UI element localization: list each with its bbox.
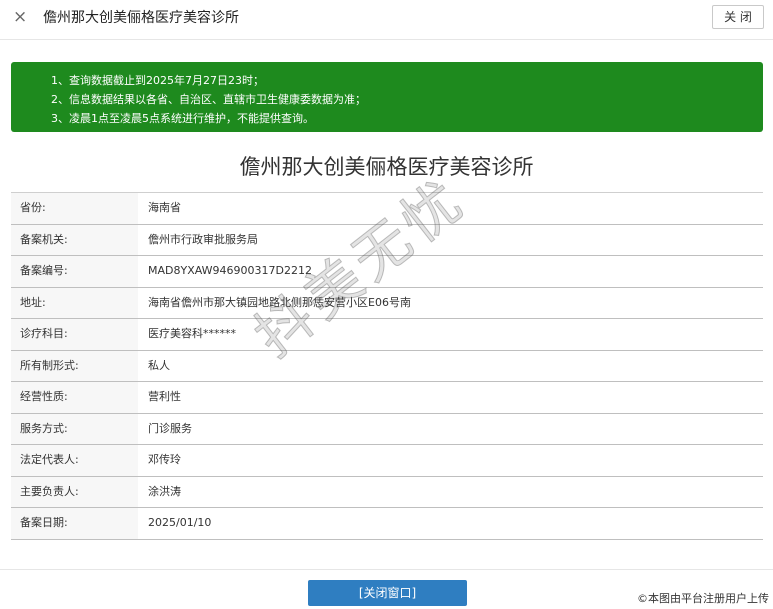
table-row: 法定代表人: 邓传玲 bbox=[11, 445, 763, 477]
field-label: 地址: bbox=[11, 287, 138, 318]
field-label: 备案日期: bbox=[11, 508, 138, 539]
close-icon[interactable]: × bbox=[13, 7, 27, 27]
field-value: MAD8YXAW946900317D2212 bbox=[148, 264, 312, 277]
field-label: 服务方式: bbox=[11, 413, 138, 444]
field-value: 营利性 bbox=[148, 390, 181, 403]
field-label: 主要负责人: bbox=[11, 476, 138, 507]
field-value: 2025/01/10 bbox=[148, 516, 212, 529]
dialog-header: × 儋州那大创美俪格医疗美容诊所 关 闭 bbox=[0, 0, 773, 40]
table-row: 主要负责人: 涂洪涛 bbox=[11, 476, 763, 508]
notice-box: 1、查询数据截止到2025年7月27日23时； 2、信息数据结果以各省、自治区、… bbox=[11, 62, 763, 132]
table-row: 诊疗科目: 医疗美容科****** bbox=[11, 319, 763, 351]
field-value: 邓传玲 bbox=[148, 453, 181, 466]
field-value: 门诊服务 bbox=[148, 421, 192, 435]
field-label: 诊疗科目: bbox=[11, 319, 138, 350]
close-button[interactable]: 关 闭 bbox=[712, 5, 764, 29]
field-value: 私人 bbox=[148, 358, 170, 372]
notice-line: 3、凌晨1点至凌晨5点系统进行维护，不能提供查询。 bbox=[51, 112, 314, 125]
field-value: 医疗美容科****** bbox=[148, 327, 236, 340]
field-value: 涂洪涛 bbox=[148, 484, 181, 498]
field-label: 经营性质: bbox=[11, 382, 138, 413]
table-row: 备案日期: 2025/01/10 bbox=[11, 508, 763, 540]
field-label: 所有制形式: bbox=[11, 350, 138, 381]
field-label: 备案机关: bbox=[11, 224, 138, 255]
table-row: 服务方式: 门诊服务 bbox=[11, 413, 763, 445]
field-label: 省份: bbox=[11, 193, 138, 224]
dialog-title: 儋州那大创美俪格医疗美容诊所 bbox=[43, 10, 239, 26]
notice-line: 2、信息数据结果以各省、自治区、直辖市卫生健康委数据为准； bbox=[51, 93, 366, 106]
notice-line: 1、查询数据截止到2025年7月27日23时； bbox=[51, 74, 264, 87]
table-row: 所有制形式: 私人 bbox=[11, 350, 763, 382]
page-title: 儋州那大创美俪格医疗美容诊所 bbox=[239, 155, 534, 179]
field-value: 海南省儋州市那大镇园地路北侧那恁安营小区E06号南 bbox=[148, 295, 411, 309]
field-label: 备案编号: bbox=[11, 256, 138, 287]
footer-divider bbox=[0, 569, 773, 570]
table-row: 经营性质: 营利性 bbox=[11, 382, 763, 414]
upload-notice: ©本图由平台注册用户上传 bbox=[637, 592, 769, 605]
close-window-button[interactable]: [关闭窗口] bbox=[308, 580, 467, 606]
field-label: 法定代表人: bbox=[11, 445, 138, 476]
